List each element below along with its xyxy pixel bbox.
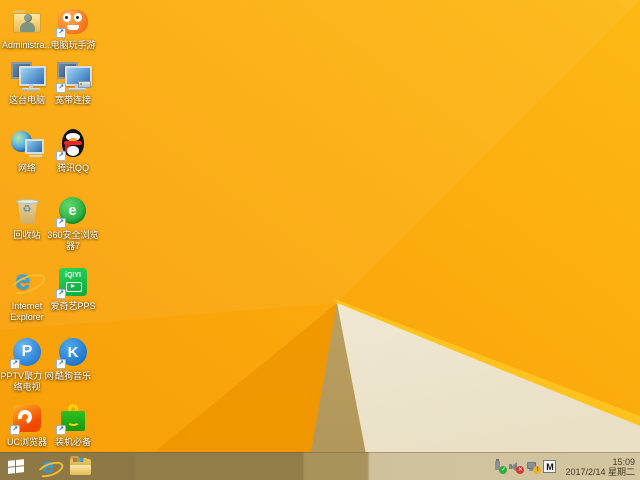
desktop-icon-label: 宽带连接 bbox=[54, 95, 91, 105]
desktop-icon-broadband[interactable]: ↗ 宽带连接 bbox=[44, 60, 102, 106]
volume-muted-icon[interactable]: ✕ bbox=[509, 460, 525, 474]
desktop-icon-label: 回收站 bbox=[13, 230, 41, 240]
taskbar-file-explorer-button[interactable] bbox=[64, 453, 96, 480]
clock-date: 2017/2/14 星期二 bbox=[565, 466, 635, 477]
desktop-icon-kugou[interactable]: K ↗ 酷狗音乐 bbox=[44, 336, 102, 382]
broadband-connection-icon: ↗ bbox=[56, 60, 92, 93]
internet-explorer-icon: e bbox=[8, 264, 48, 299]
shortcut-arrow-icon: ↗ bbox=[10, 359, 20, 369]
file-explorer-icon bbox=[69, 455, 91, 475]
desktop-icon-label: 电脑玩手游 bbox=[50, 40, 96, 50]
desktop-icon-label: UC浏览器 bbox=[7, 437, 47, 447]
system-tray: ✓ ✕ ! M 15:09 2017/2/14 星期二 bbox=[492, 457, 640, 477]
user-folder-icon bbox=[10, 5, 44, 38]
kugou-music-icon: K ↗ bbox=[56, 336, 90, 369]
shortcut-arrow-icon: ↗ bbox=[56, 289, 66, 299]
taskbar: e ✓ ✕ ! M 15:09 2017/2/14 星期二 bbox=[0, 452, 640, 480]
network-warning-icon[interactable]: ! bbox=[526, 460, 542, 474]
warning-badge-icon: ! bbox=[533, 466, 542, 474]
desktop-icon-game-monster[interactable]: ↗ 电脑玩手游 bbox=[44, 5, 102, 51]
shortcut-arrow-icon: ↗ bbox=[56, 425, 66, 435]
shortcut-arrow-icon: ↗ bbox=[56, 218, 66, 228]
desktop-icon-label: 装机必备 bbox=[54, 437, 91, 447]
shortcut-arrow-icon: ↗ bbox=[56, 359, 66, 369]
taskbar-ie-button[interactable]: e bbox=[32, 453, 66, 480]
clock-time: 15:09 bbox=[612, 456, 635, 467]
check-badge-icon: ✓ bbox=[499, 466, 508, 474]
desktop-icon-label: 网络 bbox=[17, 163, 36, 173]
recycle-bin-icon: ♻ bbox=[10, 195, 44, 228]
desktop-icon-360-browser[interactable]: e ↗ 360安全浏览器7 bbox=[44, 195, 102, 252]
shortcut-arrow-icon: ↗ bbox=[56, 28, 66, 38]
network-globe-icon bbox=[10, 128, 44, 161]
360-browser-icon: e ↗ bbox=[56, 195, 90, 228]
monster-game-icon: ↗ bbox=[56, 5, 90, 38]
desktop-icon-label: 爱奇艺PPS bbox=[50, 301, 96, 311]
internet-explorer-icon: e bbox=[35, 455, 66, 480]
desktop-icon-essential-apps[interactable]: ↗ 装机必备 bbox=[44, 402, 102, 448]
desktop-icon-label: 酷狗音乐 bbox=[54, 371, 91, 381]
start-button[interactable] bbox=[0, 453, 32, 480]
desktop: Administra... ↗ 电脑玩手游 这台电脑 ↗ 宽带连接 网络 ↗ 腾… bbox=[0, 0, 640, 480]
desktop-icon-label: 360安全浏览器7 bbox=[47, 230, 99, 251]
shortcut-arrow-icon: ↗ bbox=[56, 83, 66, 93]
desktop-icon-qq[interactable]: ↗ 腾讯QQ bbox=[44, 128, 102, 174]
safely-remove-hardware-icon[interactable]: ✓ bbox=[492, 459, 508, 474]
mute-badge-icon: ✕ bbox=[516, 466, 525, 474]
computer-icon bbox=[10, 60, 46, 93]
shortcut-arrow-icon: ↗ bbox=[10, 425, 20, 435]
shopping-bag-icon: ↗ bbox=[56, 402, 90, 435]
windows-logo-icon bbox=[8, 459, 24, 474]
shortcut-arrow-icon: ↗ bbox=[56, 151, 66, 161]
iqiyi-icon: iQIYI ↗ bbox=[56, 266, 90, 299]
desktop-icon-iqiyi[interactable]: iQIYI ↗ 爱奇艺PPS bbox=[44, 266, 102, 312]
desktop-icon-label: 腾讯QQ bbox=[56, 163, 89, 173]
qq-penguin-icon: ↗ bbox=[56, 128, 90, 161]
ime-indicator[interactable]: M bbox=[543, 460, 557, 473]
pptv-icon: P ↗ bbox=[10, 336, 44, 369]
uc-browser-icon: ↗ bbox=[10, 402, 44, 435]
desktop-icon-label: 这台电脑 bbox=[8, 95, 45, 105]
taskbar-clock[interactable]: 15:09 2017/2/14 星期二 bbox=[565, 457, 635, 477]
